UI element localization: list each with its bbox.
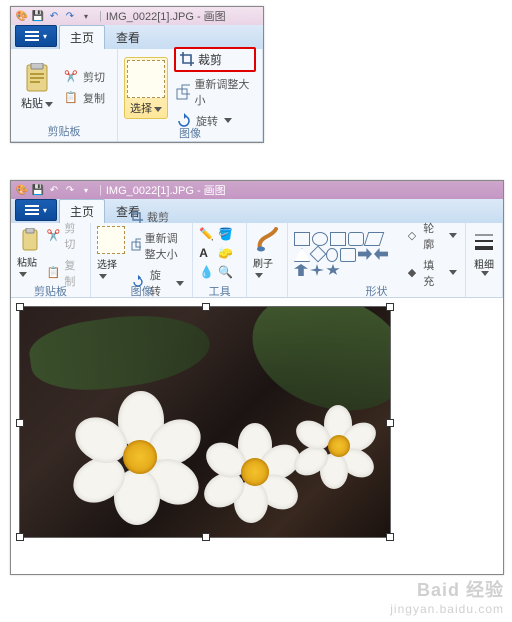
clipboard-icon [23, 63, 51, 93]
shape-star4[interactable] [310, 264, 324, 276]
thickness-icon [474, 232, 494, 254]
brushes-button[interactable]: 刷子 [253, 227, 281, 281]
scissors-icon: ✂️ [63, 69, 79, 85]
resize-handle[interactable] [386, 533, 394, 541]
ribbon: 粘贴 ✂️剪切 📋复制 剪贴板 选择 裁剪 重新调整大小 旋转 [11, 223, 503, 298]
cut-button[interactable]: ✂️剪切 [45, 219, 84, 253]
title-bar: 🎨 💾 ↶ ↷ ▾ | IMG_0022[1].JPG - 画图 [11, 7, 263, 25]
shape-outline-button[interactable]: ◇轮廓 [403, 219, 459, 253]
copy-icon: 📋 [47, 265, 61, 281]
save-icon[interactable]: 💾 [31, 9, 45, 23]
group-image-label: 图像 [97, 283, 186, 299]
file-menu[interactable]: ▾ [15, 25, 57, 47]
redo-icon[interactable]: ↷ [63, 9, 77, 23]
title-bar: 🎨 💾 ↶ ↷ ▾ | IMG_0022[1].JPG - 画图 [11, 181, 503, 199]
copy-button[interactable]: 📋 复制 [61, 89, 107, 107]
window-title: IMG_0022[1].JPG - 画图 [106, 182, 226, 198]
group-clipboard-label: 剪贴板 [17, 123, 111, 139]
magnifier-icon[interactable]: 🔍 [218, 265, 234, 281]
tab-view[interactable]: 查看 [105, 25, 151, 49]
outline-icon: ◇ [405, 228, 419, 244]
paste-button[interactable]: 粘贴 [17, 228, 43, 280]
qat-dropdown-icon[interactable]: ▾ [79, 183, 93, 197]
shape-arrowL[interactable] [374, 248, 388, 260]
ribbon: 粘贴 ✂️ 剪切 📋 复制 剪贴板 [11, 49, 263, 142]
resize-icon [176, 84, 190, 100]
thickness-button[interactable]: 粗细 [472, 227, 496, 281]
undo-icon[interactable]: ↶ [47, 9, 61, 23]
bucket-icon[interactable]: 🪣 [218, 227, 234, 243]
watermark: Baid 经验 jingyan.baidu.com [390, 580, 504, 616]
shape-line[interactable] [294, 232, 310, 246]
resize-button[interactable]: 重新调整大小 [174, 75, 256, 109]
undo-icon[interactable]: ↶ [47, 183, 61, 197]
image-selection[interactable] [19, 306, 391, 538]
shape-arrowR[interactable] [358, 248, 372, 260]
shape-diamond[interactable] [310, 246, 327, 263]
save-icon[interactable]: 💾 [31, 183, 45, 197]
redo-icon[interactable]: ↷ [63, 183, 77, 197]
shape-roundrect[interactable] [348, 232, 364, 246]
resize-handle[interactable] [386, 303, 394, 311]
shape-rect[interactable] [330, 232, 346, 246]
shape-arrowU[interactable] [294, 264, 308, 276]
qat-dropdown-icon[interactable]: ▾ [79, 9, 93, 23]
resize-handle[interactable] [386, 419, 394, 427]
shape-para[interactable] [364, 232, 385, 246]
eraser-icon[interactable]: 🧽 [218, 246, 234, 262]
resize-handle[interactable] [16, 303, 24, 311]
resize-button[interactable]: 重新调整大小 [129, 229, 186, 263]
shape-star5[interactable] [326, 264, 340, 276]
copy-icon: 📋 [63, 90, 79, 106]
scissors-icon: ✂️ [47, 228, 61, 244]
resize-handle[interactable] [16, 533, 24, 541]
photo-content [20, 307, 390, 537]
window-title: IMG_0022[1].JPG - 画图 [106, 8, 226, 24]
crop-button[interactable]: 裁剪 [129, 208, 186, 226]
eyedropper-icon[interactable]: 💧 [199, 265, 215, 281]
paste-button[interactable]: 粘贴 [17, 63, 57, 111]
group-tools-label: 工具 [199, 283, 240, 299]
resize-handle[interactable] [202, 303, 210, 311]
fill-icon: ◆ [405, 265, 419, 281]
select-button[interactable]: 选择 [97, 226, 125, 282]
resize-handle[interactable] [202, 533, 210, 541]
canvas-area[interactable] [11, 298, 503, 574]
text-icon[interactable]: A [199, 246, 215, 262]
shape-hex[interactable] [340, 248, 356, 262]
crop-button[interactable]: 裁剪 [174, 47, 256, 72]
clipboard-icon [20, 228, 40, 252]
tab-strip: ▾ 主页 查看 [11, 25, 263, 49]
resize-icon [131, 238, 141, 254]
resize-handle[interactable] [16, 419, 24, 427]
pencil-icon[interactable]: ✏️ [199, 227, 215, 243]
shape-triangle[interactable] [294, 248, 310, 262]
cut-button[interactable]: ✂️ 剪切 [61, 68, 107, 86]
shapes-gallery[interactable] [294, 232, 399, 276]
tab-home[interactable]: 主页 [59, 25, 105, 49]
group-image-label: 图像 [124, 125, 256, 141]
shape-ellipse[interactable] [312, 232, 328, 246]
app-icon: 🎨 [15, 9, 29, 23]
group-clipboard-label: 剪贴板 [17, 283, 84, 299]
app-icon: 🎨 [15, 183, 29, 197]
select-marquee-icon [127, 60, 165, 98]
crop-icon [180, 52, 194, 66]
select-button[interactable]: 选择 [124, 57, 168, 119]
shape-penta[interactable] [326, 248, 338, 262]
select-marquee-icon [97, 226, 125, 254]
crop-icon [131, 211, 143, 223]
group-shapes-label: 形状 [294, 283, 459, 299]
brush-icon [256, 227, 278, 253]
